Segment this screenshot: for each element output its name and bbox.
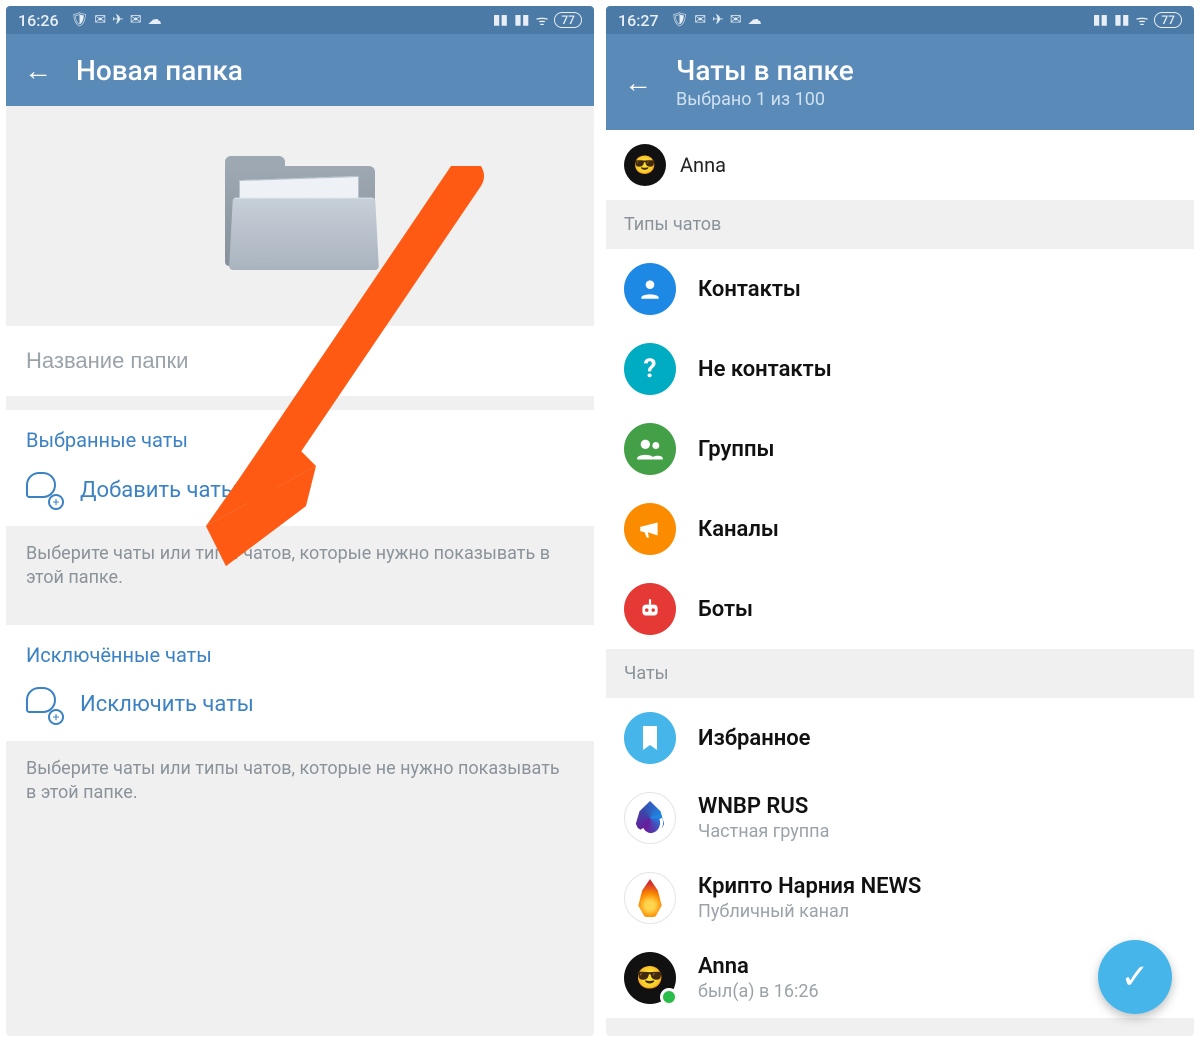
status-right-icons: ▮▮ ▮▮ ᯤ 77 [1093,11,1182,30]
telegram-icon: ✈ [112,12,124,28]
header-title: Чаты в папке [676,54,854,87]
chat-type-row[interactable]: Боты [606,569,1194,649]
status-left-icons: 🛡 ✉ ✈ ✉ ☁ [71,12,162,28]
confirm-fab[interactable]: ✓ [1098,940,1172,1014]
back-arrow-icon[interactable]: ← [624,66,652,99]
cloud-icon: ☁ [148,12,162,28]
chat-subtitle: Частная группа [698,821,829,842]
group-icon [624,423,676,475]
chat-types-header: Типы чатов [606,200,1194,249]
shield-icon: 🛡 [71,12,89,28]
chat-row[interactable]: WNBP RUSЧастная группа [606,778,1194,858]
shield-icon: 🛡 [671,12,689,28]
chat-type-label: Контакты [698,277,801,302]
included-section-title: Выбранные чаты [6,410,594,462]
excluded-section-footer: Выберите чаты или типы чатов, которые не… [6,741,594,826]
status-time: 16:27 [618,11,659,30]
chat-type-label: Не контакты [698,357,832,382]
add-chats-button[interactable]: + Добавить чаты [6,462,594,526]
question-icon: ? [624,343,676,395]
exclude-chats-button[interactable]: + Исключить чаты [6,677,594,741]
bot-icon [624,583,676,635]
chats-header: Чаты [606,649,1194,698]
chat-type-row[interactable]: Каналы [606,489,1194,569]
signal-icon: ▮▮ [1093,12,1108,28]
signal-icon: ▮▮ [493,12,508,28]
avatar: 😎 [624,144,666,186]
selected-chip-label: Anna [680,153,726,177]
check-icon: ✓ [1121,957,1150,997]
folder-icon [225,156,375,276]
status-left-icons: 🛡 ✉ ✈ ✉ ☁ [671,12,762,28]
status-right-icons: ▮▮ ▮▮ ᯤ 77 [493,11,582,30]
status-bar: 16:27 🛡 ✉ ✈ ✉ ☁ ▮▮ ▮▮ ᯤ 77 [606,6,1194,34]
add-chats-label: Добавить чаты [80,478,238,503]
mail-icon: ✉ [730,12,742,28]
telegram-icon: ✈ [712,12,724,28]
chat-types-list: Контакты? Не контакты Группы Каналы Боты [606,249,1194,649]
chat-title: Anna [698,954,819,979]
exclude-chats-label: Исключить чаты [80,692,254,717]
wifi-icon: ᯤ [1136,11,1149,30]
battery-indicator: 77 [554,12,582,28]
chat-type-label: Каналы [698,517,779,542]
battery-indicator: 77 [1154,12,1182,28]
chat-type-row[interactable]: Группы [606,409,1194,489]
app-header: ← Чаты в папке Выбрано 1 из 100 [606,34,1194,130]
avatar [624,872,676,924]
chat-subtitle: был(а) в 16:26 [698,981,819,1002]
header-subtitle: Выбрано 1 из 100 [676,89,854,110]
chat-type-row[interactable]: ? Не контакты [606,329,1194,409]
chat-title: Крипто Нарния NEWS [698,874,921,899]
chat-subtitle: Публичный канал [698,901,921,922]
online-indicator [660,988,678,1006]
signal-icon: ▮▮ [1114,12,1129,28]
avatar: 😎 [624,952,676,1004]
person-icon [624,263,676,315]
mail-icon: ✉ [94,12,106,28]
avatar [624,712,676,764]
back-arrow-icon[interactable]: ← [24,54,52,87]
chat-title: Избранное [698,726,811,751]
header-title: Новая папка [76,54,243,87]
megaphone-icon [624,503,676,555]
chat-type-label: Группы [698,437,774,462]
included-chats-section: Выбранные чаты + Добавить чаты [6,410,594,526]
avatar [624,792,676,844]
add-chat-icon: + [26,687,62,723]
status-time: 16:26 [18,11,59,30]
right-phone-screen: 16:27 🛡 ✉ ✈ ✉ ☁ ▮▮ ▮▮ ᯤ 77 ← Чаты в папк… [606,6,1194,1036]
excluded-section-title: Исключённые чаты [6,625,594,677]
selected-chip[interactable]: 😎 Anna [606,130,1194,200]
chat-type-label: Боты [698,597,753,622]
folder-name-row [6,326,594,396]
add-chat-icon: + [26,472,62,508]
app-header: ← Новая папка [6,34,594,106]
chat-type-row[interactable]: Контакты [606,249,1194,329]
left-phone-screen: 16:26 🛡 ✉ ✈ ✉ ☁ ▮▮ ▮▮ ᯤ 77 ← Новая папка [6,6,594,1036]
included-section-footer: Выберите чаты или типы чатов, которые ну… [6,526,594,611]
signal-icon: ▮▮ [514,12,529,28]
folder-illustration [6,106,594,326]
wifi-icon: ᯤ [536,11,549,30]
mail-icon: ✉ [694,12,706,28]
chat-row[interactable]: Избранное [606,698,1194,778]
cloud-icon: ☁ [748,12,762,28]
folder-name-input[interactable] [26,348,574,374]
mail-icon: ✉ [130,12,142,28]
excluded-chats-section: Исключённые чаты + Исключить чаты [6,625,594,741]
status-bar: 16:26 🛡 ✉ ✈ ✉ ☁ ▮▮ ▮▮ ᯤ 77 [6,6,594,34]
chat-title: WNBP RUS [698,794,829,819]
chat-row[interactable]: Крипто Нарния NEWSПубличный канал [606,858,1194,938]
